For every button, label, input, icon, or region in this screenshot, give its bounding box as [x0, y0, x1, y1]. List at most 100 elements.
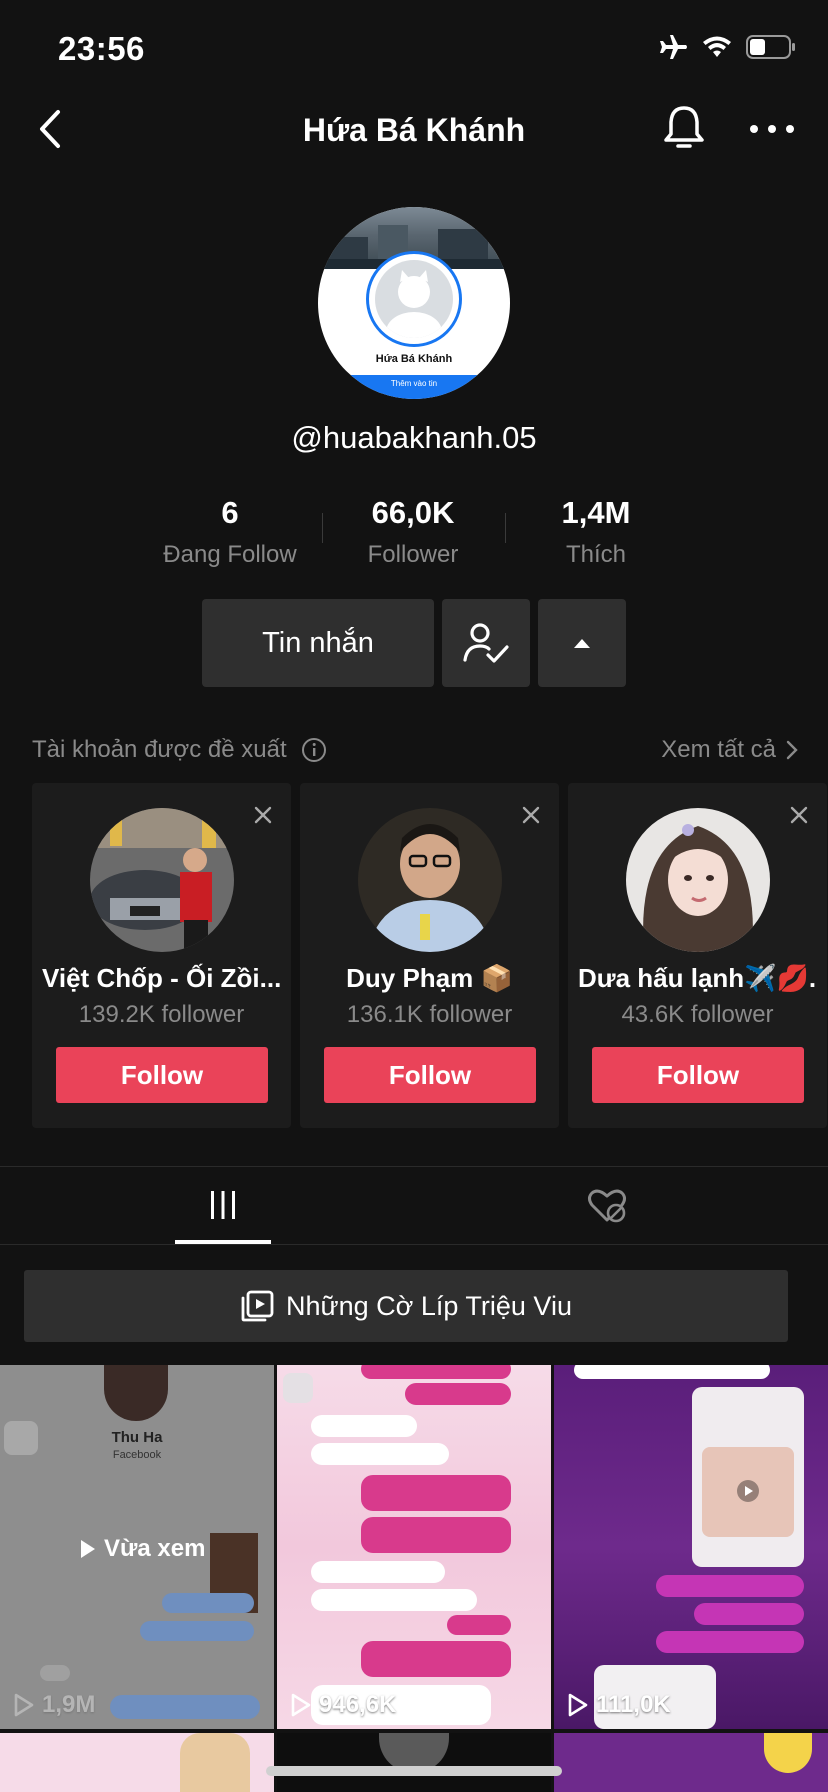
- play-icon: [737, 1480, 759, 1502]
- avatar-name: Hứa Bá Khánh: [375, 353, 453, 365]
- view-count: 111,0K: [568, 1691, 671, 1719]
- suggested-followers: 136.1K follower: [346, 1001, 513, 1028]
- chat-bubble-shape: [574, 1365, 770, 1379]
- suggested-card[interactable]: Duy Phạm 📦 136.1K follower Follow: [300, 783, 559, 1128]
- see-all-link[interactable]: Xem tất cả: [661, 736, 798, 764]
- chat-bubble-shape: [40, 1665, 70, 1681]
- tab-videos[interactable]: [175, 1166, 271, 1244]
- suggested-avatar[interactable]: [358, 808, 502, 952]
- chat-bubble-shape: [656, 1575, 804, 1597]
- playlist-button[interactable]: Những Cờ Líp Triệu Viu: [24, 1270, 788, 1342]
- suggested-card[interactable]: Việt Chốp - Ối Zồi... 139.2K follower Fo…: [32, 783, 291, 1128]
- liked-hidden-icon[interactable]: [586, 1184, 628, 1226]
- contact-source: Facebook: [112, 1449, 162, 1461]
- stat-following-label: Đang Follow: [163, 541, 297, 568]
- avatar-add-story: Thêm vào tin: [318, 375, 510, 399]
- chevron-right-icon: [786, 740, 798, 760]
- tabs-divider: [0, 1244, 828, 1245]
- status-icons: [658, 34, 796, 60]
- chat-bubble-shape: [162, 1593, 254, 1613]
- toggle-suggestions-button[interactable]: [538, 599, 626, 687]
- view-count-value: 1,9M: [42, 1691, 96, 1718]
- stat-likes-label: Thích: [565, 541, 627, 568]
- battery-icon: [746, 35, 795, 59]
- chat-bubble-shape: [311, 1443, 449, 1465]
- play-outline-icon: [568, 1693, 588, 1717]
- see-all-label: Xem tất cả: [661, 736, 776, 763]
- status-bar: 23:56: [0, 0, 828, 100]
- more-options-icon[interactable]: [748, 114, 796, 144]
- chat-bubble-shape: [361, 1475, 511, 1511]
- video-thumbnail[interactable]: [277, 1733, 551, 1792]
- video-sticker: [4, 1421, 38, 1455]
- video-thumbnail[interactable]: 946,6K: [277, 1365, 551, 1729]
- video-sticker: [283, 1373, 313, 1403]
- follow-button[interactable]: Follow: [324, 1047, 536, 1103]
- stat-likes[interactable]: 1,4M Thích: [506, 495, 686, 569]
- view-count-value: 111,0K: [596, 1691, 671, 1718]
- stat-followers[interactable]: 66,0K Follower: [323, 495, 503, 569]
- follow-button[interactable]: Follow: [592, 1047, 804, 1103]
- home-indicator[interactable]: [266, 1766, 562, 1776]
- following-status-button[interactable]: [442, 599, 530, 687]
- message-button[interactable]: Tin nhắn: [202, 599, 434, 687]
- playlist-label: Những Cờ Líp Triệu Viu: [286, 1290, 572, 1321]
- airplane-icon: [660, 35, 687, 59]
- info-icon[interactable]: [301, 737, 327, 763]
- user-check-icon: [463, 623, 509, 663]
- just-watched-label: Vừa xem: [80, 1535, 205, 1563]
- tabs-divider: [0, 1166, 828, 1167]
- profile-stats: 6 Đang Follow 66,0K Follower 1,4M Thích: [0, 495, 828, 575]
- chat-bubble-shape: [361, 1641, 511, 1677]
- video-thumbnail[interactable]: Thu Ha Facebook Vừa xem 1,9M: [0, 1365, 274, 1729]
- profile-avatar[interactable]: Hứa Bá Khánh Thêm vào tin: [318, 207, 510, 399]
- profile-handle: @huabakhanh.05: [291, 420, 537, 455]
- status-time: 23:56: [58, 30, 145, 67]
- dismiss-icon[interactable]: [253, 805, 273, 825]
- suggested-avatar[interactable]: [90, 808, 234, 952]
- stat-followers-value: 66,0K: [371, 495, 455, 530]
- view-count-value: 946,6K: [319, 1691, 397, 1718]
- bell-icon[interactable]: [660, 102, 708, 156]
- video-thumbnail[interactable]: [0, 1733, 274, 1792]
- video-thumbnail[interactable]: [554, 1733, 828, 1792]
- suggested-cards: Việt Chốp - Ối Zồi... 139.2K follower Fo…: [32, 783, 828, 1128]
- chat-bubble-shape: [694, 1603, 804, 1625]
- grid-icon: [211, 1191, 235, 1219]
- chat-bubble-shape: [311, 1415, 417, 1437]
- chat-bubble-shape: [140, 1621, 254, 1641]
- suggested-heading-label: Tài khoản được đề xuất: [32, 736, 287, 763]
- view-count: 1,9M: [14, 1691, 95, 1719]
- chat-bubble-shape: [656, 1631, 804, 1653]
- play-outline-icon: [291, 1693, 311, 1717]
- dismiss-icon[interactable]: [521, 805, 541, 825]
- chat-bubble-shape: [361, 1365, 511, 1379]
- wifi-icon: [703, 36, 731, 57]
- video-grid: Thu Ha Facebook Vừa xem 1,9M 946,6K 111,…: [0, 1365, 828, 1792]
- chat-bubble-shape: [311, 1589, 477, 1611]
- play-outline-icon: [14, 1693, 34, 1717]
- suggested-name: Dưa hấu lạnh✈️💋...: [578, 963, 817, 993]
- stat-likes-value: 1,4M: [561, 495, 631, 530]
- phone-screenshot: [692, 1387, 804, 1567]
- suggested-card[interactable]: Dưa hấu lạnh✈️💋... 43.6K follower Follow: [568, 783, 827, 1128]
- video-sticker: [764, 1733, 812, 1773]
- stat-following-value: 6: [221, 495, 239, 530]
- contact-name: Thu Ha: [111, 1429, 163, 1446]
- stat-followers-label: Follower: [367, 541, 459, 568]
- chat-bubble-shape: [405, 1383, 511, 1405]
- chat-bubble-shape: [447, 1615, 511, 1635]
- avatar-placeholder: [366, 251, 462, 347]
- suggested-followers: 43.6K follower: [621, 1001, 774, 1028]
- suggested-avatar[interactable]: [626, 808, 770, 952]
- suggested-name: Việt Chốp - Ối Zồi...: [42, 963, 281, 993]
- chat-bubble-shape: [110, 1695, 260, 1719]
- stat-following[interactable]: 6 Đang Follow: [140, 495, 320, 569]
- suggested-followers: 139.2K follower: [78, 1001, 245, 1028]
- playlist-icon: [241, 1290, 274, 1322]
- dismiss-icon[interactable]: [789, 805, 809, 825]
- caret-up-icon: [574, 639, 590, 648]
- follow-button[interactable]: Follow: [56, 1047, 268, 1103]
- video-thumbnail[interactable]: 111,0K: [554, 1365, 828, 1729]
- chat-bubble-shape: [361, 1517, 511, 1553]
